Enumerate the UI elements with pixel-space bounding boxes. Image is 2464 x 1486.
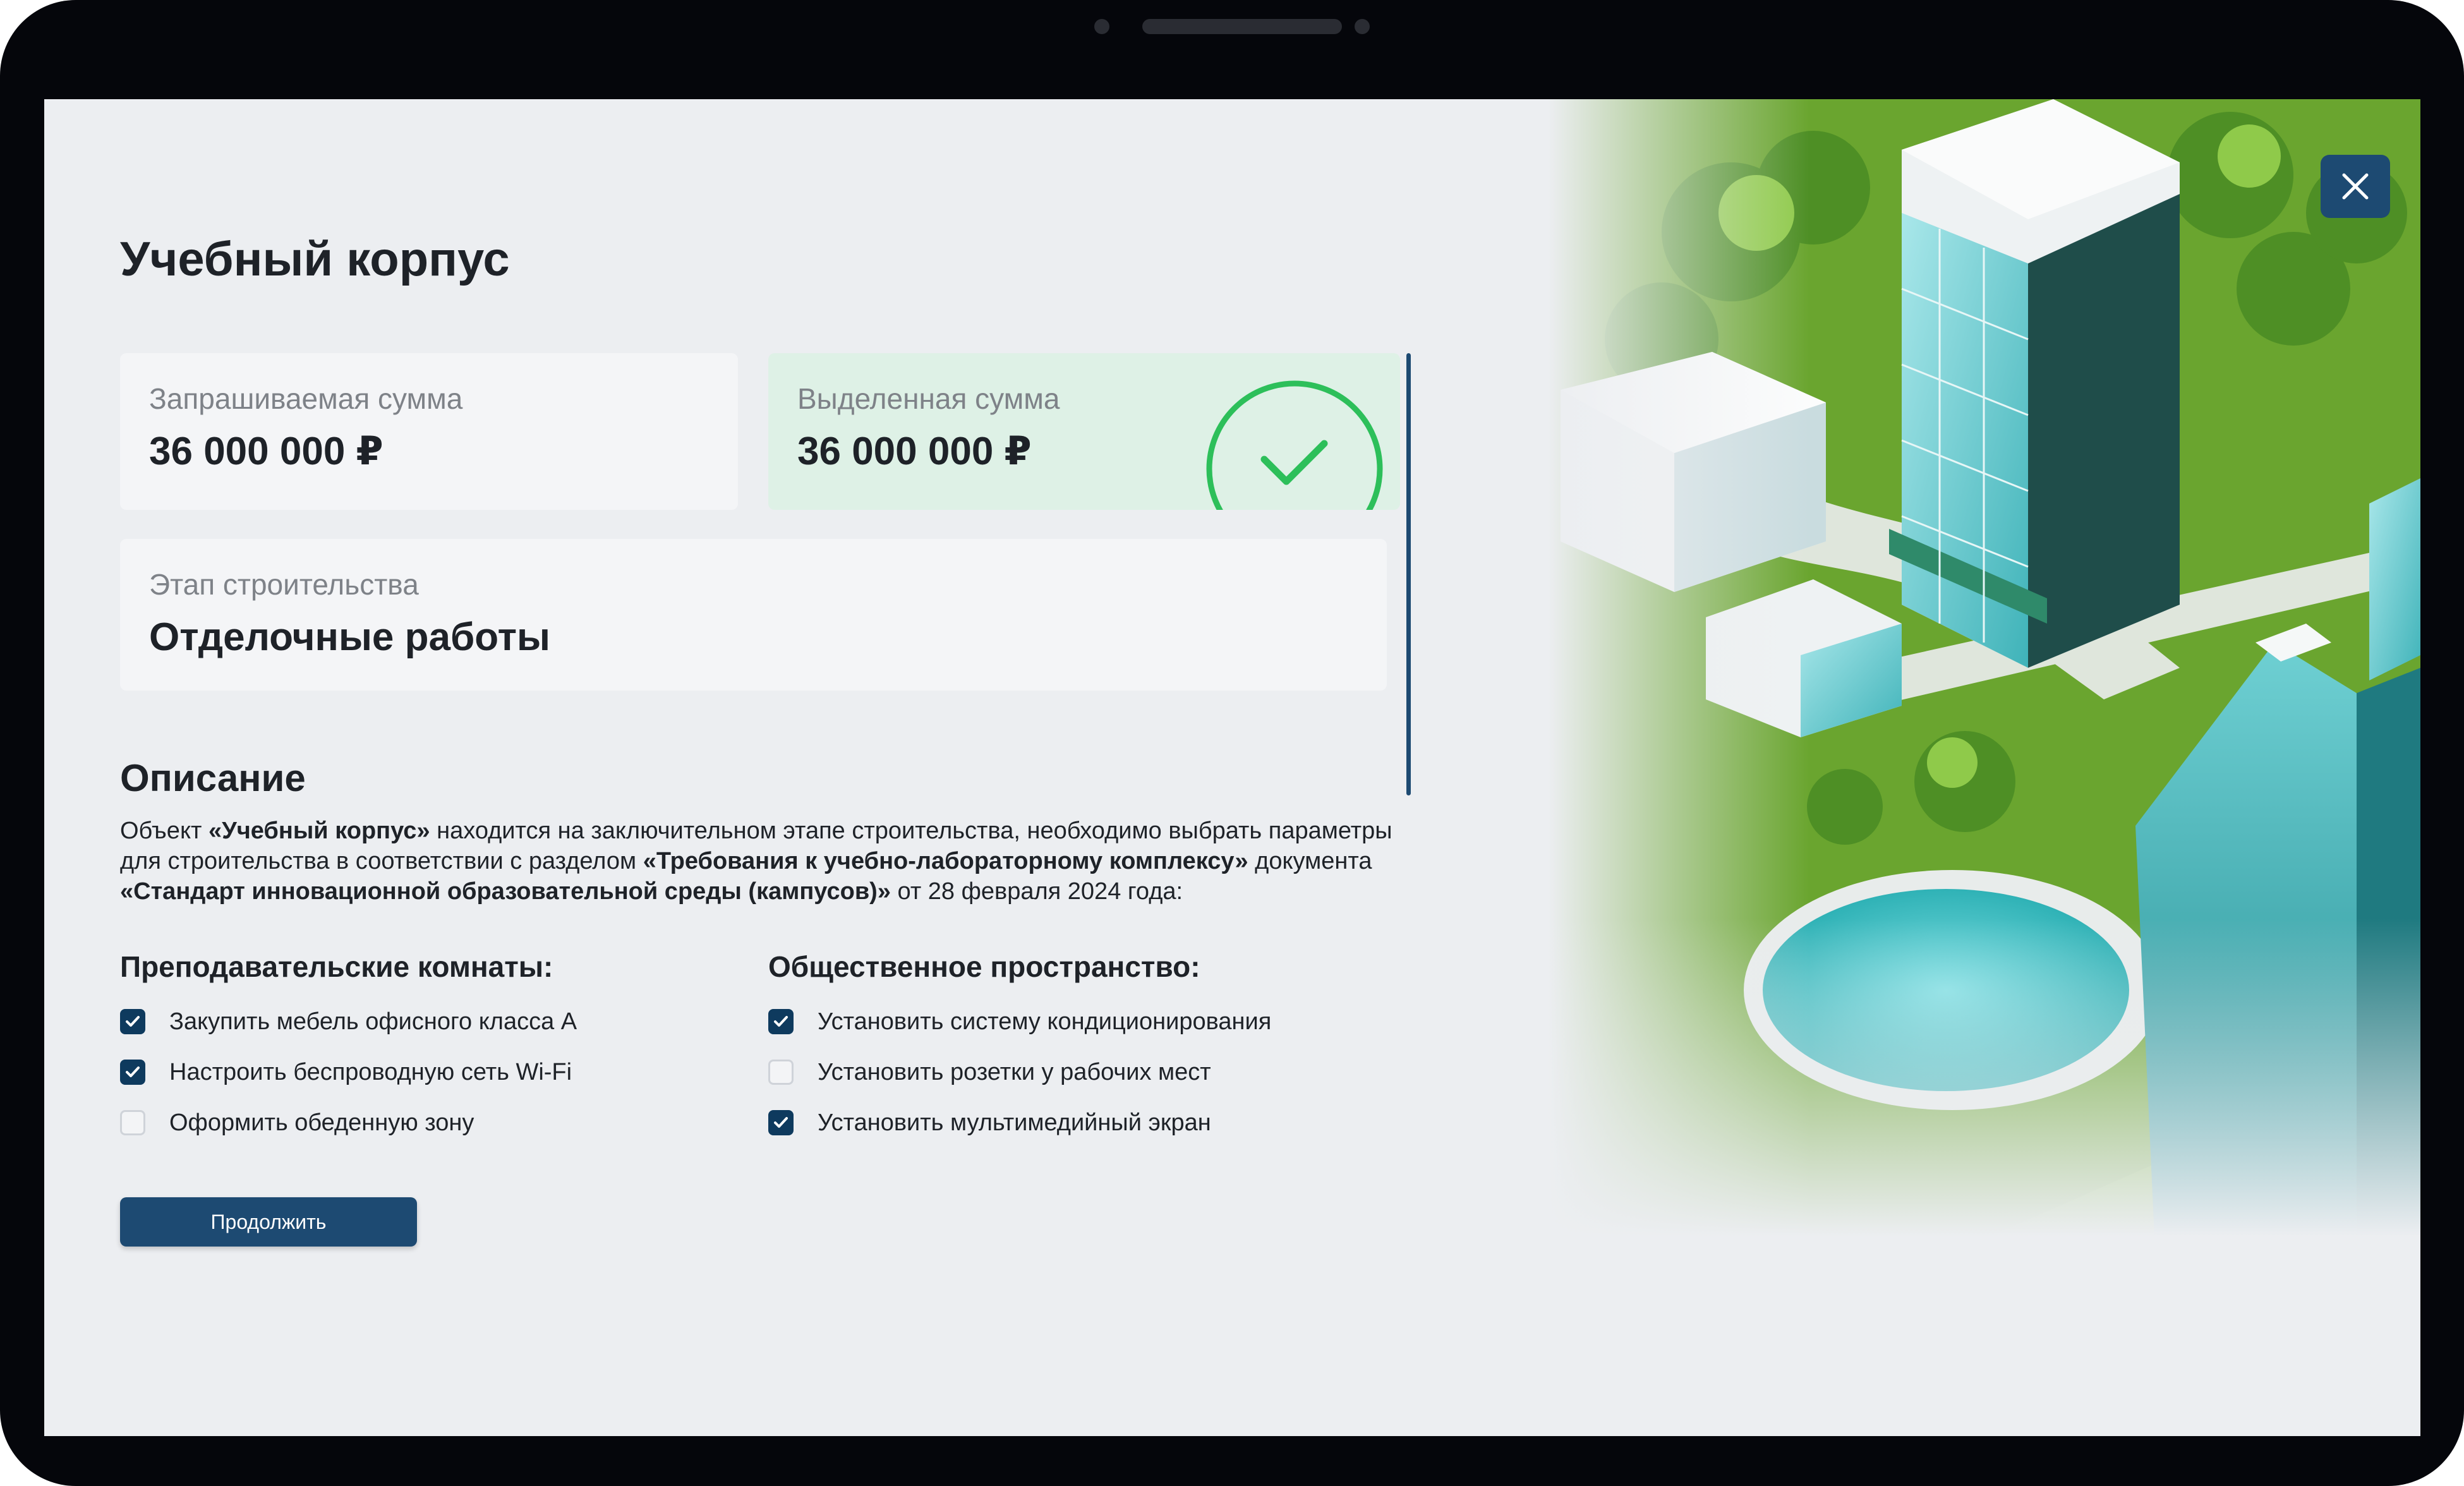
option-label: Настроить беспроводную сеть Wi-Fi: [169, 1058, 572, 1085]
device-frame: Учебный корпус Запрашиваемая сумма 36 00…: [0, 0, 2464, 1486]
page-title: Учебный корпус: [120, 233, 510, 286]
checkmark-icon: [774, 1117, 788, 1128]
requested-amount-label: Запрашиваемая сумма: [149, 382, 463, 415]
option-wifi[interactable]: Настроить беспроводную сеть Wi-Fi: [120, 1053, 572, 1091]
scrollbar[interactable]: [1406, 353, 1411, 795]
checkbox[interactable]: [120, 1009, 145, 1034]
option-label: Установить мультимедийный экран: [818, 1109, 1211, 1136]
option-label: Закупить мебель офисного класса А: [169, 1008, 577, 1035]
description-text: Объект «Учебный корпус» находится на зак…: [120, 818, 1392, 905]
description-title: Описание: [120, 757, 306, 799]
checkmark-icon: [774, 1016, 788, 1027]
requested-amount-value: 36 000 000 ₽: [149, 430, 383, 473]
check-circle-icon: [1206, 380, 1383, 510]
option-multimedia-screen[interactable]: Установить мультимедийный экран: [768, 1104, 1211, 1142]
close-button[interactable]: [2321, 155, 2390, 218]
camera-dot: [1355, 19, 1370, 34]
option-dining-area[interactable]: Оформить обеденную зону: [120, 1104, 474, 1142]
checkmark-icon: [126, 1066, 140, 1077]
construction-stage-value: Отделочные работы: [149, 615, 550, 659]
option-office-furniture[interactable]: Закупить мебель офисного класса А: [120, 1003, 577, 1041]
construction-stage-label: Этап строительства: [149, 568, 419, 601]
group-title-public-space: Общественное пространство:: [768, 950, 1200, 983]
option-power-sockets[interactable]: Установить розетки у рабочих мест: [768, 1053, 1211, 1091]
checkbox[interactable]: [120, 1060, 145, 1085]
camera-bar: [1142, 19, 1342, 34]
checkbox[interactable]: [768, 1009, 794, 1034]
campus-illustration: [1548, 99, 2420, 1236]
option-air-conditioning[interactable]: Установить систему кондиционирования: [768, 1003, 1271, 1041]
option-label: Оформить обеденную зону: [169, 1109, 474, 1136]
requested-amount-card: Запрашиваемая сумма 36 000 000 ₽: [120, 353, 738, 510]
checkbox[interactable]: [120, 1110, 145, 1135]
option-label: Установить систему кондиционирования: [818, 1008, 1272, 1035]
checkbox[interactable]: [768, 1060, 794, 1085]
continue-button[interactable]: Продолжить: [120, 1197, 417, 1247]
checkbox[interactable]: [768, 1110, 794, 1135]
camera-dot: [1094, 19, 1109, 34]
group-title-teacher-rooms: Преподавательские комнаты:: [120, 950, 553, 983]
checkmark-icon: [126, 1016, 140, 1027]
construction-stage-card: Этап строительства Отделочные работы: [120, 539, 1387, 691]
option-label: Установить розетки у рабочих мест: [818, 1058, 1211, 1085]
screen: Учебный корпус Запрашиваемая сумма 36 00…: [44, 99, 2420, 1436]
close-icon: [2342, 173, 2369, 200]
